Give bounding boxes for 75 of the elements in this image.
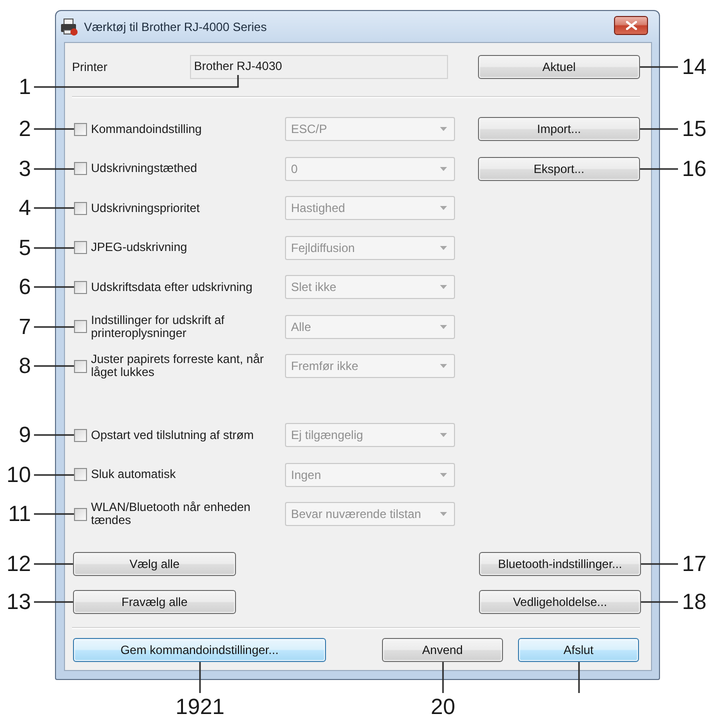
leader-line bbox=[641, 563, 678, 565]
callout-number: 6 bbox=[18, 276, 31, 298]
setting-label: Udskrivningsprioritet bbox=[91, 202, 201, 214]
close-button[interactable] bbox=[614, 16, 648, 34]
leader-line bbox=[34, 326, 74, 328]
leader-line bbox=[34, 563, 73, 565]
leader-line bbox=[640, 128, 678, 130]
callout-number: 9 bbox=[18, 424, 31, 446]
leader-line bbox=[34, 474, 74, 476]
callout-number: 13 bbox=[6, 591, 31, 613]
setting-label: Kommandoindstilling bbox=[91, 122, 203, 136]
callout-number: 15 bbox=[682, 118, 706, 140]
bluetooth-settings-button[interactable]: Bluetooth-indstillinger... bbox=[479, 552, 641, 576]
callout-number: 16 bbox=[682, 158, 706, 180]
save-settings-button[interactable]: Gem kommandoindstillinger... bbox=[73, 638, 326, 662]
caret-icon bbox=[440, 127, 447, 131]
setting-label: Sluk automatisk bbox=[91, 468, 177, 481]
callout-number: 4 bbox=[18, 197, 31, 219]
leader-line bbox=[34, 601, 73, 603]
setting-label: WLAN/Bluetooth når enheden tændes bbox=[91, 501, 252, 527]
leader-line bbox=[34, 207, 74, 209]
leader-line bbox=[640, 168, 678, 170]
export-button[interactable]: Eksport... bbox=[478, 156, 640, 180]
apply-button[interactable]: Anvend bbox=[382, 638, 503, 662]
callout-number: 14 bbox=[682, 56, 706, 78]
setting-label: JPEG-udskrivning bbox=[91, 241, 188, 254]
import-button[interactable]: Import... bbox=[478, 117, 640, 141]
leader-line bbox=[442, 662, 444, 693]
caret-icon bbox=[440, 285, 447, 289]
current-button[interactable]: Aktuel bbox=[478, 55, 640, 79]
leader-line bbox=[34, 365, 74, 367]
callout-number: 10 bbox=[6, 464, 31, 486]
deselect-all-button[interactable]: Fravælg alle bbox=[73, 590, 236, 614]
caret-icon bbox=[440, 206, 447, 210]
exit-button[interactable]: Afslut bbox=[518, 638, 639, 662]
leader-line bbox=[641, 601, 678, 603]
close-icon bbox=[626, 20, 636, 30]
callout-number: 18 bbox=[682, 591, 706, 613]
callout-number: 12 bbox=[6, 553, 31, 575]
callout-number: 3 bbox=[18, 158, 31, 180]
setting-label: Udskriftsdata efter udskrivning bbox=[91, 280, 254, 294]
printer-field[interactable]: Brother RJ-4030 bbox=[190, 55, 448, 79]
printer-label: Printer bbox=[72, 60, 108, 74]
leader-line bbox=[34, 286, 74, 288]
leader-line bbox=[34, 434, 74, 436]
callout-number: 8 bbox=[18, 355, 31, 377]
callout-number: 2 bbox=[18, 118, 31, 140]
caret-icon bbox=[440, 246, 447, 250]
leader-line bbox=[34, 247, 74, 249]
callout-number: 5 bbox=[18, 237, 31, 259]
caret-icon bbox=[440, 324, 447, 328]
setting-label: Juster papirets forreste kant, når låget lukkes bbox=[91, 353, 265, 379]
callout-number: 7 bbox=[18, 316, 31, 338]
caret-icon bbox=[440, 472, 447, 476]
setting-label: Udskrivningstæthed bbox=[91, 162, 198, 175]
leader-line bbox=[34, 128, 74, 130]
callout-number: 11 bbox=[8, 503, 31, 525]
leader-line bbox=[34, 168, 74, 170]
printer-icon bbox=[60, 18, 78, 36]
leader-line bbox=[199, 662, 201, 693]
setting-label: Indstillinger for udskrift af printeroplysninger bbox=[91, 314, 226, 340]
caret-icon bbox=[440, 364, 447, 368]
callout-number: 1921 bbox=[176, 696, 224, 718]
leader-line bbox=[34, 513, 74, 515]
callout-number: 17 bbox=[682, 553, 706, 575]
leader-line bbox=[640, 66, 678, 68]
window-title: Værktøj til Brother RJ-4000 Series bbox=[84, 20, 268, 34]
callout-number: 20 bbox=[430, 696, 456, 718]
caret-icon bbox=[440, 433, 447, 437]
caret-icon bbox=[440, 512, 447, 516]
maintenance-button[interactable]: Vedligeholdelse... bbox=[479, 590, 641, 614]
setting-label: Opstart ved tilslutning af strøm bbox=[91, 428, 255, 442]
caret-icon bbox=[440, 166, 447, 170]
callout-number: 1 bbox=[18, 76, 31, 98]
select-all-button[interactable]: Vælg alle bbox=[73, 552, 236, 576]
